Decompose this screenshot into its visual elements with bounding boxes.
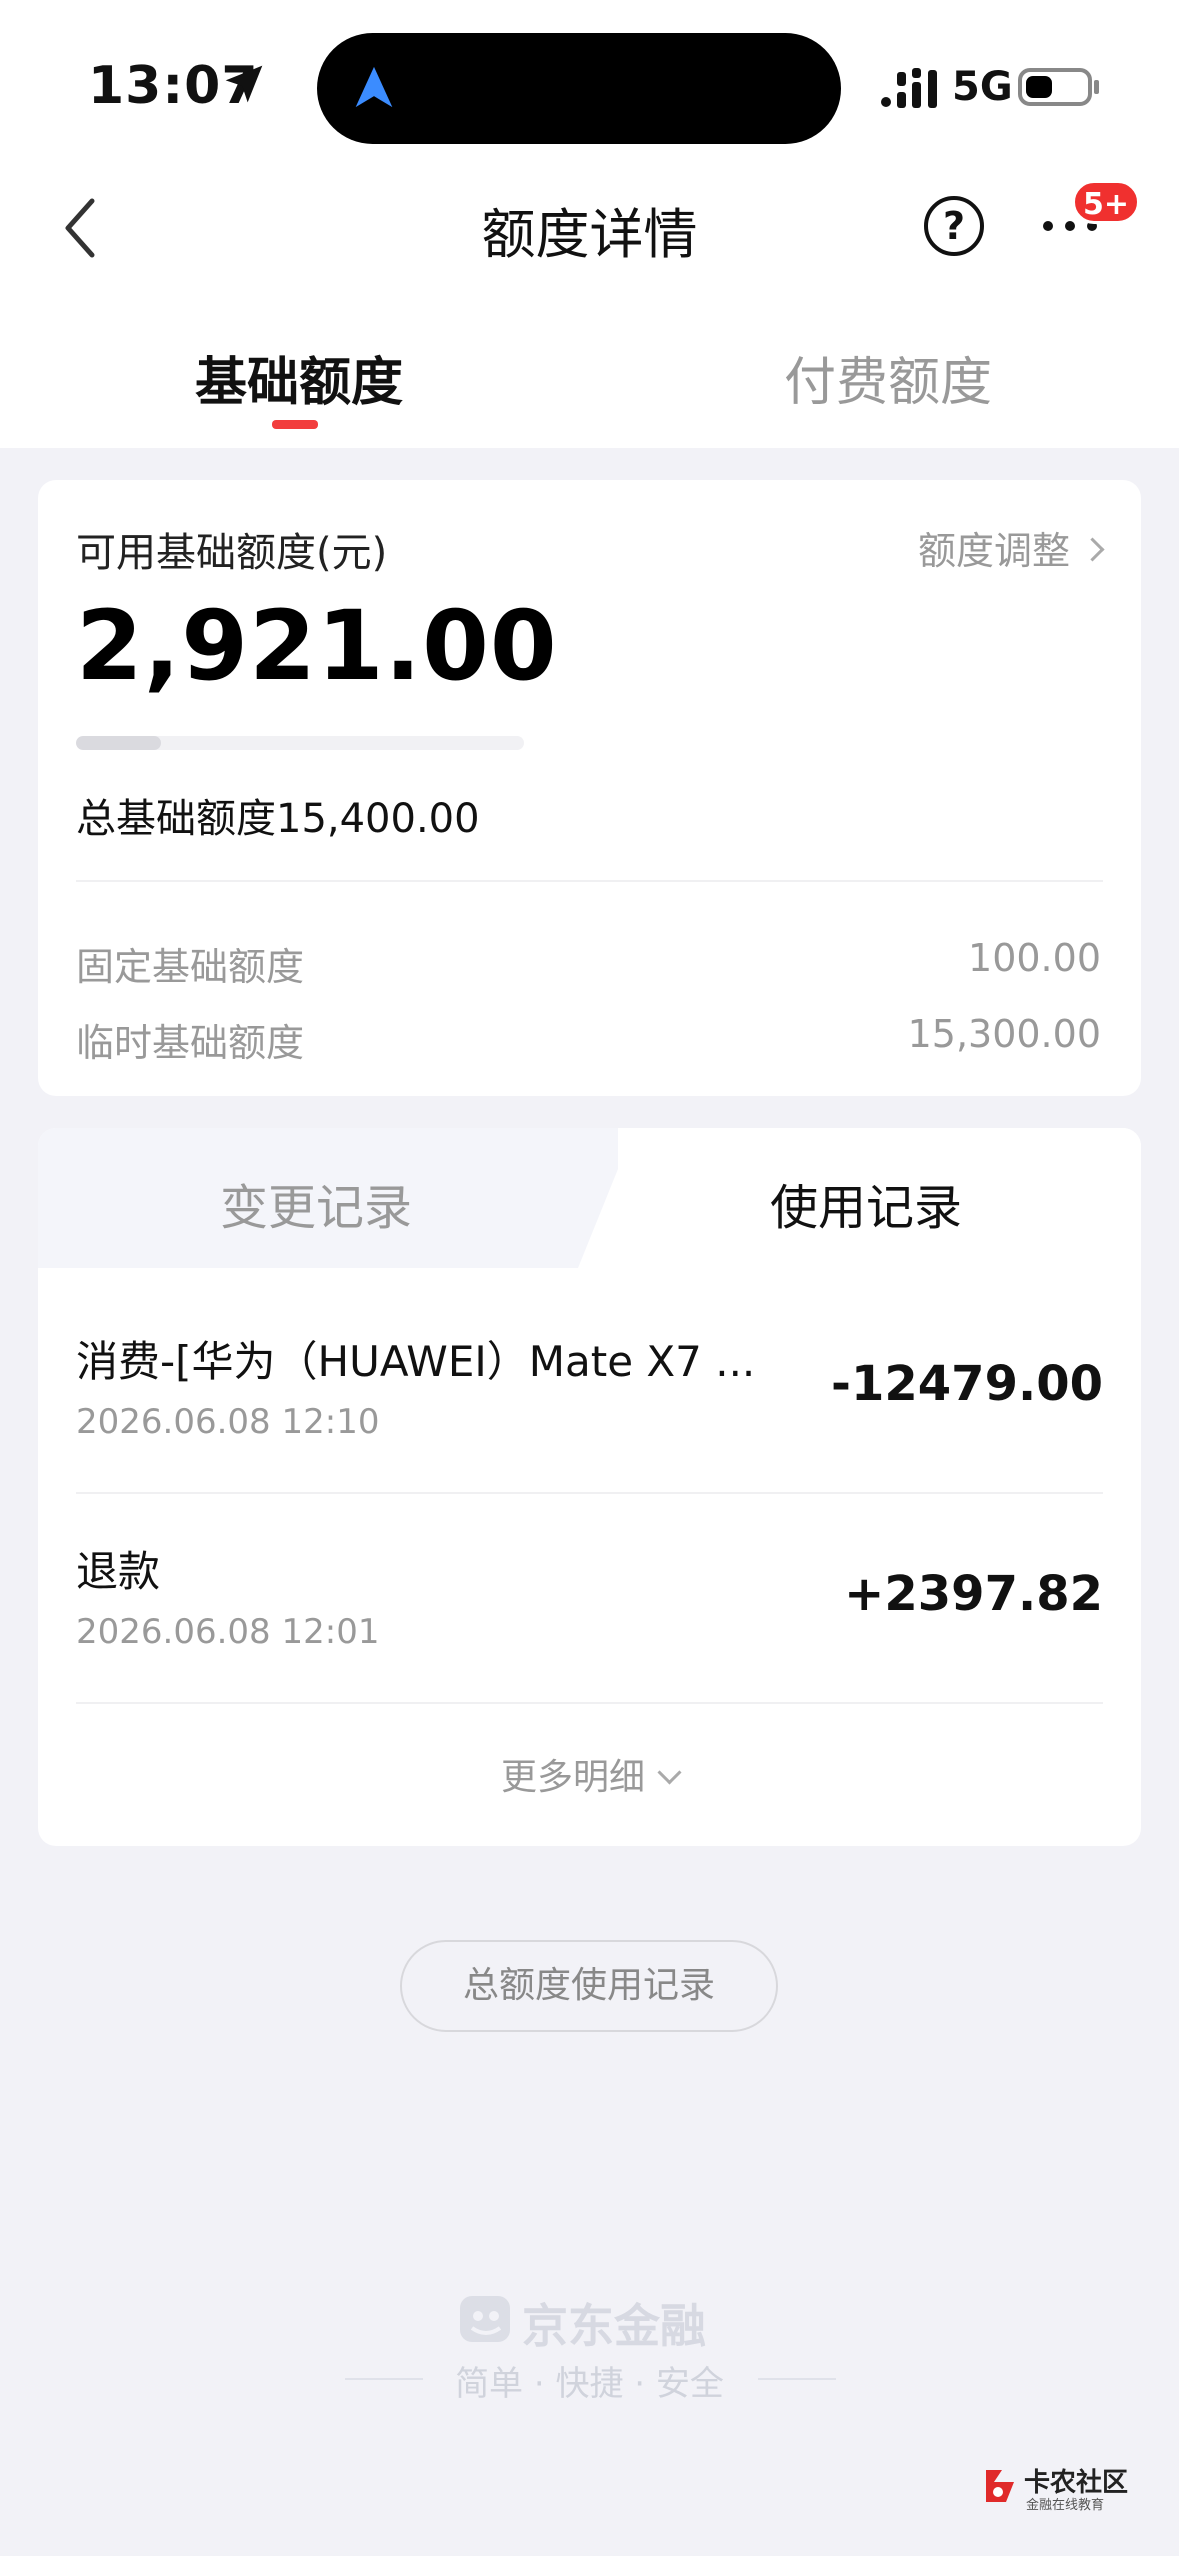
slogan-divider bbox=[758, 2378, 836, 2380]
network-type: 5G bbox=[952, 64, 1013, 110]
record-amount: +2397.82 bbox=[844, 1566, 1103, 1622]
kanong-watermark-logo-icon bbox=[986, 2470, 1014, 2502]
more-details-label: 更多明细 bbox=[500, 1757, 645, 1798]
help-icon[interactable]: ? bbox=[924, 196, 984, 256]
fixed-credit-label: 固定基础额度 bbox=[76, 945, 305, 989]
tab-basic-credit[interactable]: 基础额度 bbox=[195, 340, 403, 415]
chevron-down-icon bbox=[657, 1760, 682, 1785]
location-arrow-icon bbox=[225, 65, 263, 103]
navigation-arrow-icon bbox=[355, 66, 393, 108]
credit-adjust-link[interactable]: 额度调整 bbox=[917, 520, 1105, 575]
credit-usage-bar bbox=[76, 736, 524, 750]
active-tab-indicator bbox=[272, 420, 318, 429]
jd-finance-logo-icon bbox=[460, 2296, 510, 2342]
divider bbox=[76, 1702, 1103, 1704]
total-usage-records-button[interactable]: 总额度使用记录 bbox=[400, 1940, 778, 2032]
notification-badge: 5+ bbox=[1072, 180, 1141, 224]
temporary-credit-label: 临时基础额度 bbox=[76, 1021, 305, 1065]
signal-strength-icon bbox=[881, 68, 937, 108]
credit-adjust-label: 额度调整 bbox=[917, 529, 1070, 573]
record-title[interactable]: 退款 bbox=[76, 1538, 796, 1599]
divider bbox=[76, 1492, 1103, 1494]
chevron-right-icon bbox=[1080, 537, 1105, 562]
more-details-button[interactable]: 更多明细 bbox=[38, 1748, 1141, 1800]
record-time: 2026.06.08 12:10 bbox=[76, 1402, 380, 1442]
credit-summary-card: 可用基础额度(元) 额度调整 2,921.00 总基础额度15,400.00 固… bbox=[38, 480, 1141, 1096]
battery-tip bbox=[1094, 80, 1099, 94]
record-title[interactable]: 消费-[华为（HUAWEI）Mate X7 ... bbox=[76, 1328, 796, 1389]
brand-slogan: 简单 · 快捷 · 安全 bbox=[455, 2364, 724, 2404]
credit-usage-fill bbox=[76, 736, 162, 750]
available-credit-label: 可用基础额度(元) bbox=[76, 530, 388, 576]
records-card: 变更记录 使用记录 消费-[华为（HUAWEI）Mate X7 ... 2026… bbox=[38, 1128, 1141, 1846]
record-amount: -12479.00 bbox=[831, 1356, 1103, 1412]
divider bbox=[76, 880, 1103, 882]
total-credit: 总基础额度15,400.00 bbox=[76, 796, 480, 842]
watermark-subtitle: 金融在线教育 bbox=[1026, 2498, 1105, 2513]
available-credit-amount: 2,921.00 bbox=[76, 590, 558, 702]
brand-name: 京东金融 bbox=[522, 2299, 706, 2353]
temporary-credit-value: 15,300.00 bbox=[907, 1012, 1101, 1056]
record-time: 2026.06.08 12:01 bbox=[76, 1612, 380, 1652]
tab-change-records[interactable]: 变更记录 bbox=[220, 1168, 412, 1238]
battery-icon bbox=[1018, 68, 1092, 106]
page-title: 额度详情 bbox=[481, 203, 698, 266]
tab-usage-records[interactable]: 使用记录 bbox=[770, 1168, 962, 1238]
tab-paid-credit[interactable]: 付费额度 bbox=[784, 340, 992, 415]
fixed-credit-value: 100.00 bbox=[968, 936, 1101, 980]
